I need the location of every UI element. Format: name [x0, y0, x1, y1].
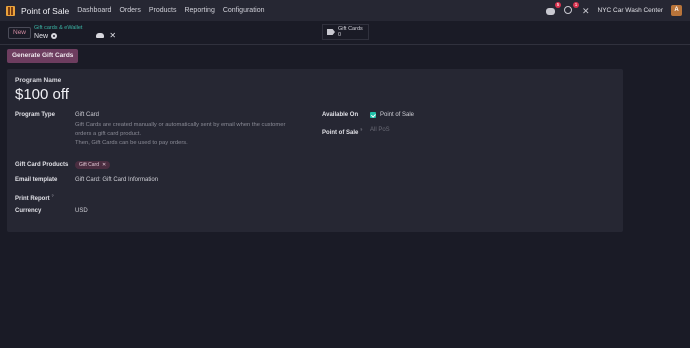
program-type-help-3: Then, Gift Cards can be used to pay orde…: [75, 140, 188, 146]
program-name-label: Program Name: [15, 77, 62, 84]
discard-icon[interactable]: ✕: [109, 31, 116, 40]
currency-label: Currency: [15, 208, 42, 214]
clock-icon: [563, 5, 572, 14]
tag-remove-icon[interactable]: ✕: [102, 162, 106, 168]
new-button[interactable]: New: [8, 26, 32, 39]
app-name[interactable]: Point of Sale: [21, 6, 69, 16]
pos-input[interactable]: All PoS: [370, 127, 390, 136]
email-template-row: Email template Gift Card: Gift Card Info…: [15, 177, 158, 183]
program-type-help-2: orders a gift card product.: [75, 131, 142, 137]
menu-dashboard[interactable]: Dashboard: [77, 7, 111, 14]
available-on-row: Available On Point of Sale: [322, 112, 414, 118]
gear-icon[interactable]: [51, 33, 58, 39]
gift-card-products-label: Gift Card Products: [15, 162, 69, 168]
smart-button-text: Gift Cards 0: [338, 26, 363, 38]
currency-value[interactable]: USD: [75, 208, 88, 214]
currency-row: Currency USD: [15, 208, 88, 214]
point-of-sale-row: Point of Sale ? All PoS: [322, 127, 390, 136]
tags-icon: [327, 29, 335, 35]
menu-orders[interactable]: Orders: [119, 7, 140, 14]
gift-card-product-tag[interactable]: Gift Card ✕: [75, 161, 111, 169]
pos-app-icon[interactable]: [6, 5, 15, 16]
gift-card-products-row: Gift Card Products Gift Card ✕: [15, 161, 111, 169]
breadcrumb-current: New: [34, 32, 82, 41]
messages-button[interactable]: 5: [545, 1, 561, 16]
program-type-label: Program Type: [15, 112, 55, 118]
activities-badge: 1: [572, 1, 579, 8]
navbar-systray: 5 1 ✕ NYC Car Wash Center A: [545, 0, 682, 21]
smart-button-count: 0: [338, 32, 342, 38]
gift-cards-smart-button[interactable]: Gift Cards 0: [322, 24, 369, 40]
print-report-label: Print Report ?: [15, 193, 75, 202]
pos-help-mark[interactable]: ?: [360, 127, 362, 132]
control-panel: New Gift cards & eWallet New ✕ Gift Card…: [0, 21, 690, 45]
top-navbar: Point of Sale Dashboard Orders Products …: [0, 0, 690, 21]
pos-field-label: Point of Sale ?: [322, 127, 370, 136]
email-template-label: Email template: [15, 177, 58, 183]
form-sheet: Program Name $100 off Program Type Gift …: [7, 69, 623, 232]
menu-configuration[interactable]: Configuration: [223, 7, 265, 14]
program-name-field[interactable]: $100 off: [15, 86, 615, 103]
pos-checkbox[interactable]: [370, 112, 376, 118]
print-report-row: Print Report ?: [15, 193, 75, 202]
user-avatar[interactable]: A: [671, 5, 682, 16]
chat-icon: [545, 7, 555, 15]
email-template-value[interactable]: Gift Card: Gift Card Information: [75, 177, 158, 183]
menu-reporting[interactable]: Reporting: [184, 7, 214, 14]
print-report-help-mark[interactable]: ?: [51, 193, 53, 198]
breadcrumb: Gift cards & eWallet New: [34, 25, 82, 41]
status-bar: Generate Gift Cards: [0, 45, 690, 66]
program-type-row: Program Type Gift Card Gift Cards are cr…: [15, 112, 285, 148]
breadcrumb-parent-link[interactable]: Gift cards & eWallet: [34, 25, 82, 32]
available-on-label: Available On: [322, 112, 359, 118]
menu-products[interactable]: Products: [149, 7, 177, 14]
generate-gift-cards-button[interactable]: Generate Gift Cards: [7, 48, 79, 63]
program-type-value[interactable]: Gift Card: [75, 112, 285, 118]
activities-button[interactable]: 1: [563, 1, 579, 16]
print-report-label-text: Print Report: [15, 196, 50, 202]
available-on-value: Point of Sale: [380, 112, 415, 118]
tag-label: Gift Card: [79, 162, 100, 168]
program-type-help-1: Gift Cards are created manually or autom…: [75, 122, 286, 128]
company-switcher[interactable]: NYC Car Wash Center: [598, 7, 664, 14]
save-cloud-icon[interactable]: [96, 33, 105, 38]
messages-badge: 5: [554, 1, 561, 8]
breadcrumb-current-label: New: [34, 32, 49, 40]
pos-field-label-text: Point of Sale: [322, 130, 359, 136]
tools-icon[interactable]: ✕: [582, 6, 590, 16]
